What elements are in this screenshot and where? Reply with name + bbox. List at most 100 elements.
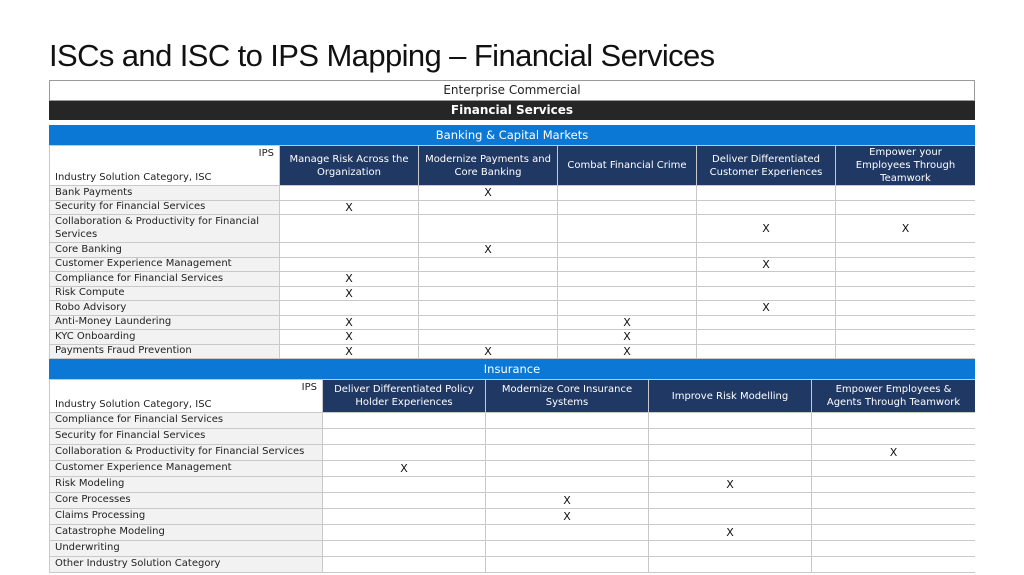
mapping-cell [648, 412, 812, 429]
banking-table-body: Bank Payments X Security for Financial Ser… [49, 185, 975, 359]
mapping-cell [418, 199, 558, 215]
table-row: Risk Modeling X [49, 476, 975, 493]
table-row: Anti-Money Laundering X X [49, 314, 975, 330]
insurance-table-container: IPS Industry Solution Category, ISC Deli… [49, 379, 975, 573]
row-category-label: Robo Advisory [49, 300, 280, 316]
insurance-header-row: IPS Industry Solution Category, ISC Deli… [49, 379, 975, 413]
table-row: KYC Onboarding X X [49, 329, 975, 345]
ips-label: IPS [301, 382, 317, 393]
banking-header-row: IPS Industry Solution Category, ISC Mana… [49, 145, 975, 186]
mapping-cell [485, 428, 649, 445]
mapping-cell [279, 242, 419, 258]
mapping-cell [485, 460, 649, 477]
mapping-cell [648, 428, 812, 445]
mapping-cell: X [279, 329, 419, 345]
row-category-label: Security for Financial Services [49, 199, 280, 215]
row-category-label: Collaboration & Productivity for Financi… [49, 444, 323, 461]
enterprise-commercial-header: Enterprise Commercial [49, 80, 975, 101]
mapping-cell [835, 285, 975, 301]
mapping-cell: X [696, 214, 836, 243]
mapping-cell [418, 314, 558, 330]
mapping-cell [835, 300, 975, 316]
mapping-cell: X [811, 444, 975, 461]
mapping-cell: X [835, 214, 975, 243]
row-category-label: KYC Onboarding [49, 329, 280, 345]
table-row: Other Industry Solution Category [49, 556, 975, 573]
mapping-cell [811, 556, 975, 573]
table-row: Risk Compute X [49, 285, 975, 301]
mapping-cell [322, 444, 486, 461]
mapping-cell: X [557, 343, 697, 359]
insurance-column-header: Empower Employees & Agents Through Teamw… [811, 379, 975, 413]
table-row: Compliance for Financial Services [49, 412, 975, 429]
mapping-cell: X [648, 524, 812, 541]
mapping-cell [696, 242, 836, 258]
table-row: Security for Financial Services X [49, 199, 975, 215]
table-row: Payments Fraud Prevention X X X [49, 343, 975, 359]
mapping-cell [418, 329, 558, 345]
mapping-cell [811, 524, 975, 541]
mapping-cell [648, 444, 812, 461]
insurance-column-header: Modernize Core Insurance Systems [485, 379, 649, 413]
mapping-cell [557, 285, 697, 301]
mapping-cell: X [557, 329, 697, 345]
mapping-cell [835, 199, 975, 215]
mapping-cell: X [279, 271, 419, 287]
mapping-cell: X [418, 242, 558, 258]
mapping-cell [557, 199, 697, 215]
table-row: Collaboration & Productivity for Financi… [49, 444, 975, 461]
mapping-cell [648, 540, 812, 557]
insurance-corner-cell: IPS Industry Solution Category, ISC [49, 379, 323, 413]
row-category-label: Other Industry Solution Category [49, 556, 323, 573]
mapping-cell [418, 214, 558, 243]
mapping-cell [696, 185, 836, 201]
mapping-cell: X [557, 314, 697, 330]
mapping-cell [322, 476, 486, 493]
table-row: Underwriting [49, 540, 975, 557]
row-category-label: Catastrophe Modeling [49, 524, 323, 541]
mapping-cell [418, 256, 558, 272]
mapping-cell [418, 271, 558, 287]
mapping-cell [485, 540, 649, 557]
banking-column-header: Deliver Differentiated Customer Experien… [696, 145, 836, 186]
table-row: Claims Processing X [49, 508, 975, 525]
mapping-cell [418, 300, 558, 316]
row-category-label: Customer Experience Management [49, 460, 323, 477]
mapping-cell [322, 412, 486, 429]
insurance-mapping-table: IPS Industry Solution Category, ISC Deli… [49, 379, 975, 573]
mapping-cell: X [485, 508, 649, 525]
financial-services-header: Financial Services [49, 101, 975, 120]
row-category-label: Claims Processing [49, 508, 323, 525]
mapping-cell [322, 492, 486, 509]
banking-corner-cell: IPS Industry Solution Category, ISC [49, 145, 280, 186]
mapping-cell [696, 199, 836, 215]
mapping-cell: X [279, 199, 419, 215]
mapping-cell [835, 271, 975, 287]
table-row: Catastrophe Modeling X [49, 524, 975, 541]
mapping-cell: X [485, 492, 649, 509]
mapping-cell: X [418, 185, 558, 201]
mapping-cell: X [322, 460, 486, 477]
mapping-cell [696, 285, 836, 301]
page-title: ISCs and ISC to IPS Mapping – Financial … [49, 38, 715, 73]
row-category-label: Underwriting [49, 540, 323, 557]
mapping-cell [811, 540, 975, 557]
mapping-cell: X [279, 314, 419, 330]
banking-table-container: IPS Industry Solution Category, ISC Mana… [49, 145, 975, 359]
mapping-cell [279, 256, 419, 272]
mapping-cell [648, 556, 812, 573]
row-category-label: Core Processes [49, 492, 323, 509]
table-row: Security for Financial Services [49, 428, 975, 445]
row-category-label: Risk Compute [49, 285, 280, 301]
mapping-cell: X [696, 300, 836, 316]
ips-label: IPS [258, 148, 274, 159]
banking-column-header: Combat Financial Crime [557, 145, 697, 186]
mapping-cell: X [279, 343, 419, 359]
insurance-section-title: Insurance [49, 359, 975, 379]
row-category-label: Core Banking [49, 242, 280, 258]
mapping-cell [557, 242, 697, 258]
mapping-cell [696, 343, 836, 359]
mapping-cell [322, 556, 486, 573]
mapping-cell [648, 492, 812, 509]
mapping-cell: X [418, 343, 558, 359]
